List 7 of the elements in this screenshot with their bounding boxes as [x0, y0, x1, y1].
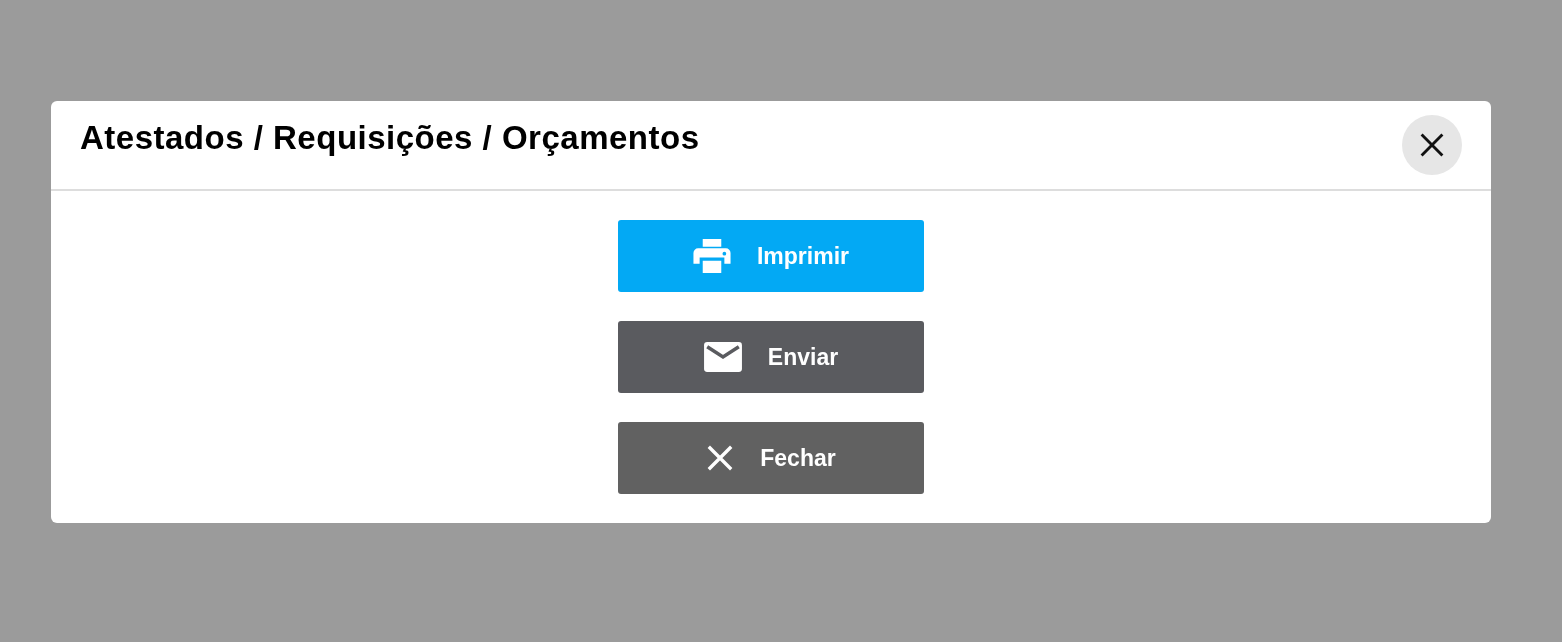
dialog-title: Atestados / Requisições / Orçamentos — [80, 119, 700, 157]
send-button[interactable]: Enviar — [618, 321, 924, 393]
close-icon — [706, 444, 735, 472]
printer-icon — [693, 239, 731, 273]
close-icon — [1419, 132, 1445, 158]
envelope-icon — [703, 342, 742, 372]
close-button[interactable]: Fechar — [618, 422, 924, 494]
